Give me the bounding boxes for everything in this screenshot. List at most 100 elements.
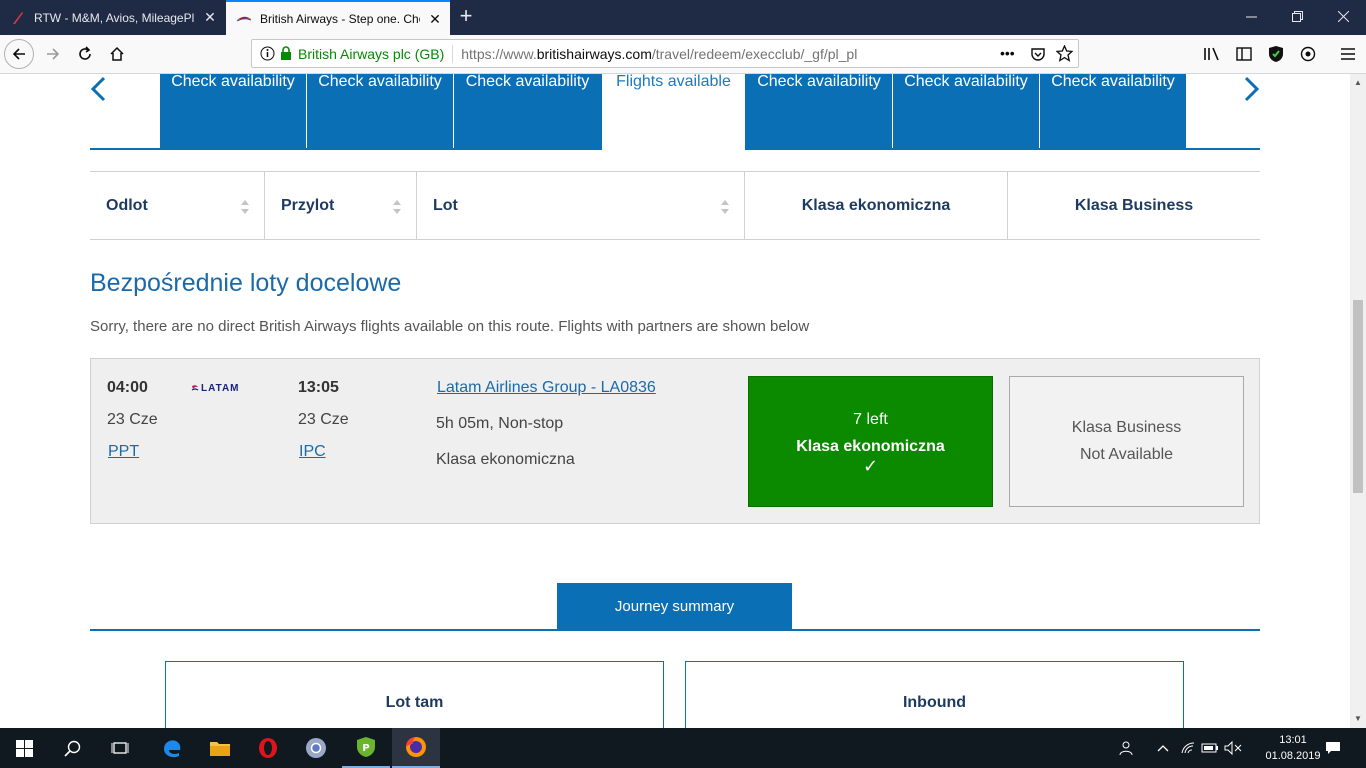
- inbound-summary-box: Inbound: [685, 661, 1184, 728]
- page-actions-icon[interactable]: •••: [1000, 45, 1015, 61]
- date-tab-3[interactable]: Check availability: [454, 74, 601, 150]
- extension-icon[interactable]: [1293, 39, 1323, 69]
- reload-button[interactable]: [70, 39, 100, 69]
- file-explorer-icon[interactable]: [196, 728, 244, 768]
- selected-check-icon: ✓: [862, 456, 879, 476]
- section-title: Bezpośrednie loty docelowe: [90, 269, 402, 297]
- column-label: Przylot: [281, 196, 335, 214]
- economy-fare-button[interactable]: 7 left Klasa ekonomiczna ✓: [748, 376, 993, 507]
- scrollbar-thumb[interactable]: [1353, 300, 1363, 493]
- tab-title: RTW - M&M, Avios, MileagePlu: [34, 10, 194, 25]
- library-icon[interactable]: [1197, 39, 1227, 69]
- arrival-time: 13:05: [298, 379, 339, 396]
- tab-title: British Airways - Step one. Cho: [260, 11, 420, 26]
- action-center-icon[interactable]: [1323, 738, 1343, 758]
- chrome-icon[interactable]: [292, 728, 340, 768]
- departure-airport-link[interactable]: PPT: [108, 443, 139, 461]
- volume-muted-icon[interactable]: [1223, 738, 1243, 758]
- close-tab-icon[interactable]: ✕: [203, 10, 217, 24]
- sort-arrival[interactable]: Przylot: [265, 172, 417, 239]
- next-dates-arrow-icon[interactable]: [1242, 76, 1262, 102]
- column-label: Odlot: [106, 196, 148, 214]
- shield-extension-icon[interactable]: [1261, 39, 1291, 69]
- edge-browser-icon[interactable]: [148, 728, 196, 768]
- windows-start-icon[interactable]: [0, 728, 48, 768]
- scroll-down-icon[interactable]: ▼: [1354, 714, 1362, 723]
- flight-cabin: Klasa ekonomiczna: [436, 451, 575, 468]
- latam-logo: LATAM: [191, 383, 240, 394]
- business-fare-status: Not Available: [1079, 446, 1174, 463]
- date-tab-2[interactable]: Check availability: [307, 74, 453, 150]
- sort-icon: [721, 200, 729, 214]
- clock-time: 13:01: [1279, 734, 1307, 746]
- url-text[interactable]: https://www.britishairways.com/travel/re…: [461, 46, 857, 62]
- date-tab-5[interactable]: Check availability: [746, 74, 892, 150]
- no-direct-flights-note: Sorry, there are no direct British Airwa…: [90, 318, 810, 335]
- date-tabs-underline: [746, 148, 1260, 150]
- battery-icon[interactable]: [1200, 738, 1220, 758]
- close-tab-icon[interactable]: ✕: [428, 12, 442, 26]
- scroll-up-icon[interactable]: ▲: [1354, 78, 1362, 87]
- sort-icon: [393, 200, 401, 214]
- back-button[interactable]: [4, 39, 34, 69]
- lock-icon: [280, 46, 292, 64]
- column-label: Lot: [433, 196, 458, 214]
- flight-number-link[interactable]: Latam Airlines Group - LA0836: [437, 379, 656, 397]
- page-scrollbar[interactable]: ▲ ▼: [1350, 74, 1366, 728]
- windows-taskbar: P 13:01 01.08.2019: [0, 728, 1366, 768]
- departure-date: 23 Cze: [107, 411, 158, 428]
- sort-icon: [241, 200, 249, 214]
- flyertalk-favicon-icon: [10, 10, 26, 26]
- task-view-icon[interactable]: [96, 728, 144, 768]
- economy-fare-label: Klasa ekonomiczna: [796, 438, 945, 455]
- opera-icon[interactable]: [244, 728, 292, 768]
- latam-logo-icon: [191, 384, 199, 391]
- flight-duration: 5h 05m, Non-stop: [436, 415, 564, 432]
- minimize-icon[interactable]: [1228, 0, 1274, 32]
- restore-icon[interactable]: [1274, 0, 1320, 32]
- outbound-summary-box: Lot tam: [165, 661, 664, 728]
- results-column-header: Odlot Przylot Lot Klasa ekonomiczna Klas…: [90, 171, 1260, 240]
- bookmark-star-icon[interactable]: [1055, 44, 1074, 65]
- menu-icon[interactable]: [1333, 39, 1363, 69]
- show-hidden-icons-chevron-icon[interactable]: [1153, 738, 1173, 758]
- address-bar[interactable]: British Airways plc (GB) https://www.bri…: [251, 39, 1079, 68]
- browser-tab-bar: RTW - M&M, Avios, MileagePlu ✕ British A…: [0, 0, 1366, 35]
- browser-tab-rtw[interactable]: RTW - M&M, Avios, MileagePlu ✕: [0, 0, 225, 35]
- firefox-icon[interactable]: [392, 728, 440, 768]
- web-page: Check availability Check availability Ch…: [0, 74, 1350, 728]
- date-tab-selected[interactable]: Flights available: [601, 74, 746, 150]
- arrival-airport-link[interactable]: IPC: [299, 443, 326, 461]
- new-tab-button[interactable]: +: [454, 5, 478, 29]
- date-tab-7[interactable]: Check availability: [1040, 74, 1186, 150]
- pocket-icon[interactable]: [1030, 46, 1046, 65]
- date-tab-6[interactable]: Check availability: [893, 74, 1039, 150]
- browser-nav-bar: British Airways plc (GB) https://www.bri…: [0, 35, 1366, 74]
- search-icon[interactable]: [48, 728, 96, 768]
- arrival-date: 23 Cze: [298, 411, 349, 428]
- sort-departure[interactable]: Odlot: [90, 172, 265, 239]
- wifi-icon[interactable]: [1178, 738, 1198, 758]
- economy-column-header: Klasa ekonomiczna: [745, 172, 1008, 239]
- sort-flight[interactable]: Lot: [417, 172, 745, 239]
- date-tabs-underline: [90, 148, 601, 150]
- clock-date: 01.08.2019: [1265, 750, 1321, 762]
- business-fare-box: Klasa Business Not Available: [1009, 376, 1244, 507]
- site-identity[interactable]: British Airways plc (GB): [298, 46, 444, 62]
- svg-text:P: P: [362, 743, 369, 754]
- people-icon[interactable]: [1117, 738, 1137, 758]
- journey-summary-tab[interactable]: Journey summary: [557, 583, 792, 630]
- business-fare-label: Klasa Business: [1071, 419, 1182, 436]
- sidebar-icon[interactable]: [1229, 39, 1259, 69]
- info-icon[interactable]: [260, 46, 275, 64]
- browser-tab-british-airways[interactable]: British Airways - Step one. Cho ✕: [226, 0, 450, 35]
- previous-dates-arrow-icon[interactable]: [88, 76, 108, 102]
- close-window-icon[interactable]: [1320, 0, 1366, 32]
- vpn-shield-icon[interactable]: P: [342, 728, 390, 768]
- url-separator: [452, 44, 454, 63]
- taskbar-clock[interactable]: 13:01 01.08.2019: [1258, 732, 1328, 764]
- home-button[interactable]: [102, 39, 132, 69]
- business-column-header: Klasa Business: [1074, 196, 1194, 214]
- date-tab-1[interactable]: Check availability: [160, 74, 306, 150]
- forward-button[interactable]: [38, 39, 68, 69]
